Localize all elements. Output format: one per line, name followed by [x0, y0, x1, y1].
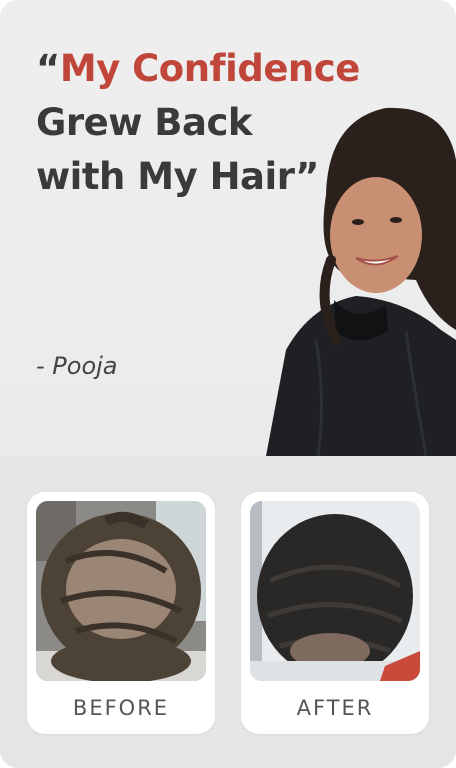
- after-card: AFTER: [241, 492, 429, 734]
- customer-portrait: [266, 107, 456, 456]
- before-label: BEFORE: [72, 696, 170, 720]
- before-photo: [36, 501, 206, 681]
- after-label: AFTER: [296, 696, 374, 720]
- testimonial-hero: “My Confidence Grew Back with My Hair” -…: [0, 0, 456, 456]
- quote-line-2: Grew Back: [36, 101, 252, 144]
- after-photo: [250, 501, 420, 681]
- quote-accent-text: My Confidence: [59, 47, 360, 90]
- quote-open-mark: “: [36, 47, 60, 90]
- before-card: BEFORE: [27, 492, 215, 734]
- before-after-section: BEFORE AFTER: [0, 456, 456, 768]
- testimonial-card: “My Confidence Grew Back with My Hair” -…: [0, 0, 456, 768]
- testimonial-author: - Pooja: [36, 352, 118, 380]
